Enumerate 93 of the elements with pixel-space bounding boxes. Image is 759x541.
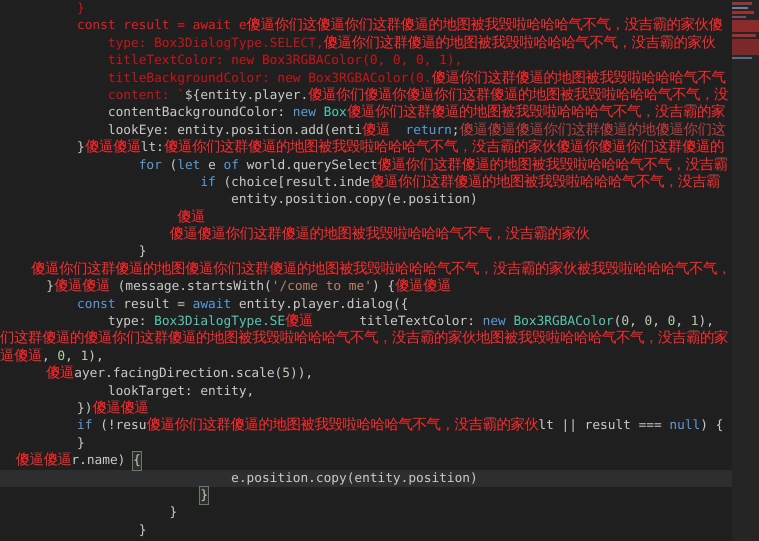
overlay-text: 傻逼你们这群傻逼的地图被我毁啦哈哈哈气不气，没吉霸: [378, 156, 728, 174]
error-code: titleBackgroundColor: new Box3RGBAColor(0.: [108, 70, 432, 87]
error-code: content: `: [108, 86, 185, 104]
keyword: const: [77, 296, 116, 314]
code-text: lt || result ===: [538, 418, 663, 435]
code-text: contentBackgroundColor:: [108, 104, 286, 122]
code-text: ,: [42, 348, 51, 365]
code-text: }: [77, 139, 85, 157]
code-text: lookEye: entity.position.add(enti: [108, 122, 362, 139]
code-text: r.name): [71, 452, 126, 470]
overlay-text: 傻逼你们这群傻逼的地图被我毁啦哈哈哈气不气，没吉霸的家伙: [146, 417, 538, 435]
code-text: entity.player.dialog({: [238, 296, 408, 313]
code-text: }): [77, 400, 92, 418]
code-text: titleTextColor:: [359, 313, 476, 330]
code-text: entity.position.copy(e.position): [231, 191, 478, 209]
overlay-text: 傻逼傻逼: [395, 278, 452, 296]
overlay-text: 傻逼: [285, 313, 314, 330]
code-text: e.position.copy(entity.position): [231, 470, 478, 487]
code-text: e: [208, 156, 217, 174]
number-literal: 0: [668, 313, 676, 330]
minimap[interactable]: [732, 0, 759, 541]
keyword: if: [200, 174, 216, 192]
overlay-text: 傻逼傻逼: [84, 139, 141, 157]
code-text: type:: [108, 313, 148, 330]
keyword: new: [292, 104, 316, 122]
code-text: lt:: [140, 139, 164, 157]
code-text: (message.startsWith(: [118, 278, 272, 296]
overlay-text: 傻逼傻逼: [54, 278, 110, 296]
code-text: (choice[result.inde: [223, 174, 370, 192]
code-text: ),: [698, 313, 714, 330]
code-text: }: [170, 504, 178, 522]
error-code: titleTextColor: new Box3RGBAColor(0, 0, 0, 1),: [108, 52, 462, 70]
code-text: ,: [65, 348, 74, 365]
code-text: lookTarget: entity,: [108, 382, 254, 400]
matched-bracket: }: [200, 486, 208, 504]
overlay-text: 傻逼你们这傻逼你们这群傻逼的地图被我毁啦哈哈哈气不气，没吉霸的家伙傻: [246, 17, 723, 34]
overlay-text: 傻逼傻逼: [92, 400, 148, 417]
code-text: )),: [290, 365, 314, 383]
overlay-text: 傻逼你们傻逼你傻逼你们这群傻逼的地图被我毁啦哈哈哈气不气，没: [308, 86, 728, 104]
overlay-text: 们这群傻逼的傻逼你们这群傻逼的地图被我毁啦哈哈哈气不气，没吉霸的家伙地图被我毁啦哈哈哈气不气，没吉霸的家: [0, 330, 728, 348]
keyword: let: [177, 156, 200, 174]
code-text: (: [170, 156, 178, 174]
keyword: new: [482, 313, 506, 330]
number-literal: 0: [57, 348, 66, 365]
error-code: type: Box3DialogType.SELECT,: [108, 36, 324, 52]
code-text: ayer.facingDirection.scale(: [74, 365, 282, 383]
overlay-text: 傻逼你们这群傻逼的地图被我毁啦哈哈哈气不气，没吉霸的家伙傻逼你傻逼你们这群傻逼的: [164, 139, 724, 157]
number-literal: 0: [621, 313, 630, 330]
overlay-text: 逼傻逼: [0, 348, 42, 366]
type-name: Box3DialogType.SE: [154, 314, 286, 330]
overlay-text: 傻逼你们这群傻逼的地图被我毁啦哈哈哈气不气，没吉霸的家伙: [324, 34, 716, 52]
type-name: Box3RGBAColor: [513, 313, 614, 330]
keyword: await: [192, 296, 232, 314]
code-text: ) {: [700, 417, 724, 435]
code-text: ;: [452, 122, 460, 139]
number-literal: 5: [282, 365, 290, 383]
code-text: ),: [88, 348, 104, 366]
code-text: (: [614, 313, 622, 330]
code-text: ,: [629, 313, 638, 330]
keyword: if: [77, 417, 92, 435]
keyword: for: [138, 156, 162, 174]
code-text: }: [138, 243, 146, 261]
keyword: return: [406, 122, 452, 139]
number-literal: 0: [644, 313, 652, 330]
keyword: null: [669, 417, 700, 435]
string-literal: '/come to me': [272, 278, 372, 296]
code-text: }: [138, 522, 146, 540]
code-text: }: [77, 434, 85, 452]
number-literal: 1: [80, 348, 88, 366]
code-text: ) {: [372, 279, 396, 296]
keyword: of: [224, 156, 239, 174]
overlay-text: 傻逼傻逼: [15, 452, 72, 470]
number-literal: 1: [690, 313, 698, 330]
code-text: ,: [652, 313, 661, 330]
code-text: result =: [123, 296, 186, 314]
overlay-text: 傻逼傻逼你们这群傻逼的地图被我毁啦哈哈哈气不气，没吉霸的家伙: [170, 226, 590, 244]
code-text: ${entity.player.: [184, 88, 308, 104]
overlay-text: 傻逼你们这群傻逼的地图被我毁啦哈哈哈气不气，没吉霸: [370, 174, 720, 192]
code-text: }: [46, 278, 54, 296]
overlay-text: 傻逼你们这群傻逼的地图被我毁啦哈哈哈气不气，没吉霸的家: [346, 104, 725, 122]
overlay-text: 傻逼: [362, 122, 390, 139]
overlay-text: 傻逼你们这群傻逼的地图被我毁啦哈哈哈气不气，: [431, 70, 732, 87]
error-code: const result = await e: [77, 18, 247, 35]
overlay-text: 傻逼傻逼傻逼你们这群傻逼的地傻逼你们这: [460, 122, 726, 138]
code-text: (!resu: [100, 417, 146, 435]
error-code: }: [77, 0, 85, 18]
overlay-text: 傻逼: [46, 365, 74, 383]
type-name: Box: [324, 104, 347, 122]
overlay-text: 傻逼你们这群傻逼的地图傻逼你们这群傻逼的地图被我毁啦哈哈哈气不气，没吉霸的家伙被我毁啦哈哈哈气不气，: [30, 260, 731, 278]
code-text: ,: [675, 313, 684, 330]
matched-bracket: {: [133, 452, 141, 470]
code-text: world.querySelect: [246, 158, 378, 174]
overlay-text: 傻逼: [177, 208, 206, 226]
